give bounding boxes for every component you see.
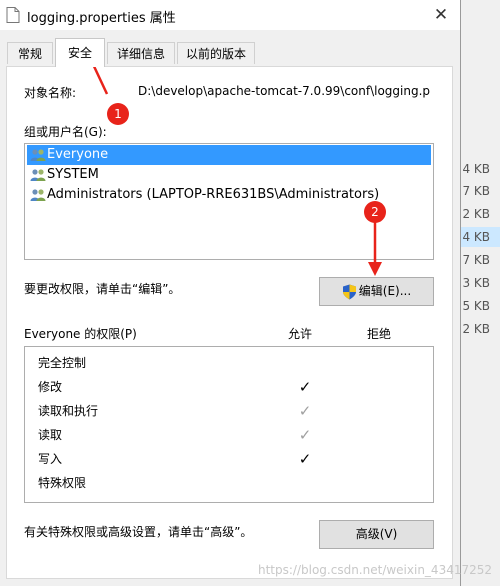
- tab-strip: 常规 安全 详细信息 以前的版本: [0, 38, 460, 67]
- permission-name: 特殊权限: [38, 476, 87, 490]
- allow-header: 允许: [288, 327, 313, 341]
- allow-check: ✓: [298, 402, 312, 420]
- background-explorer-window: [461, 0, 500, 586]
- title-bar[interactable]: logging.properties 属性 ✕: [0, 0, 460, 30]
- close-button[interactable]: ✕: [426, 2, 456, 28]
- file-size: 4 KB: [461, 227, 500, 247]
- watermark: https://blog.csdn.net/weixin_43417252: [258, 563, 493, 577]
- window-title: logging.properties 属性: [27, 11, 176, 26]
- change-permissions-hint: 要更改权限，请单击“编辑”。: [24, 282, 181, 296]
- user-group-icon: [30, 149, 46, 161]
- principal-name: SYSTEM: [47, 167, 99, 182]
- allow-check: ✓: [298, 450, 312, 468]
- permission-row: 特殊权限: [25, 471, 433, 495]
- permission-name: 完全控制: [38, 356, 87, 370]
- deny-check: [371, 471, 391, 495]
- permission-row: 完全控制: [25, 351, 433, 375]
- deny-check: [371, 375, 391, 399]
- tab-previous-versions[interactable]: 以前的版本: [177, 42, 255, 64]
- permissions-list: 完全控制修改 ✓ 读取和执行 ✓ 读取 ✓ 写入 ✓ 特殊权限: [24, 346, 434, 503]
- list-item[interactable]: Everyone: [27, 145, 431, 165]
- permissions-label: Everyone 的权限(P): [24, 327, 137, 341]
- user-group-icon: [30, 189, 46, 201]
- file-size: 7 KB: [462, 253, 490, 267]
- deny-check: [371, 351, 391, 375]
- object-name-label: 对象名称:: [24, 86, 77, 100]
- tab-general[interactable]: 常规: [7, 42, 53, 64]
- file-size: 4 KB: [462, 162, 490, 176]
- allow-check: [295, 471, 315, 495]
- permission-name: 读取: [38, 428, 63, 442]
- principal-name: Administrators (LAPTOP-RRE631BS\Administ…: [47, 187, 380, 202]
- file-size: 2 KB: [462, 207, 490, 221]
- file-size: 7 KB: [462, 184, 490, 198]
- allow-check: ✓: [298, 426, 312, 444]
- user-group-icon: [30, 169, 46, 181]
- principal-name: Everyone: [47, 147, 109, 162]
- allow-check: [295, 351, 315, 375]
- properties-dialog: logging.properties 属性 ✕ 常规 安全 详细信息 以前的版本…: [0, 0, 461, 586]
- allow-check: ✓: [298, 378, 312, 396]
- permission-row: 修改 ✓: [25, 375, 433, 399]
- edit-button-label: 编辑(E)...: [358, 284, 412, 298]
- advanced-button[interactable]: 高级(V): [319, 520, 434, 549]
- tab-security[interactable]: 安全: [55, 38, 105, 67]
- file-size: 2 KB: [462, 322, 490, 336]
- permission-name: 读取和执行: [38, 404, 99, 418]
- annotation-badge-1: 1: [107, 103, 129, 125]
- deny-check: [371, 447, 391, 471]
- permission-row: 读取和执行 ✓: [25, 399, 433, 423]
- file-size: 5 KB: [462, 299, 490, 313]
- permission-row: 读取 ✓: [25, 423, 433, 447]
- object-name-value: D:\develop\apache-tomcat-7.0.99\conf\log…: [138, 84, 431, 98]
- groups-label: 组或用户名(G):: [24, 125, 107, 139]
- edit-button[interactable]: 编辑(E)...: [319, 277, 434, 306]
- deny-check: [371, 399, 391, 423]
- file-size: 3 KB: [462, 276, 490, 290]
- deny-check: [371, 423, 391, 447]
- list-item[interactable]: SYSTEM: [27, 165, 431, 185]
- permission-row: 写入 ✓: [25, 447, 433, 471]
- deny-header: 拒绝: [367, 327, 392, 341]
- permission-name: 写入: [38, 452, 63, 466]
- uac-shield-icon: [342, 284, 356, 299]
- annotation-badge-2: 2: [364, 201, 386, 223]
- permission-name: 修改: [38, 380, 63, 394]
- document-icon: [6, 7, 20, 23]
- advanced-hint: 有关特殊权限或高级设置，请单击“高级”。: [24, 525, 253, 539]
- annotation-arrow-2: [368, 222, 382, 276]
